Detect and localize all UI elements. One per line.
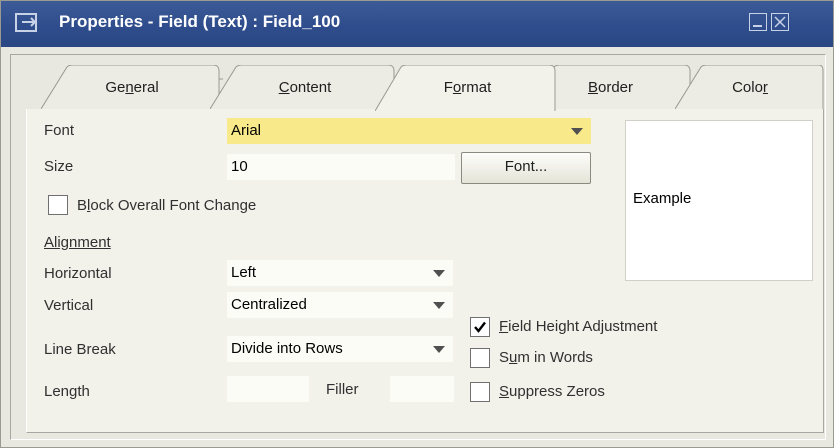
horizontal-dropdown[interactable]: Left: [227, 260, 453, 286]
line-break-dropdown-value: Divide into Rows: [231, 340, 343, 357]
alignment-header: Alignment: [44, 234, 111, 251]
length-label: Length: [44, 383, 90, 400]
suppress-zeros-checkbox[interactable]: [470, 382, 490, 402]
font-dropdown-value: Arial: [231, 122, 262, 139]
field-height-adjustment-checkbox[interactable]: [470, 317, 490, 337]
vertical-dropdown-value: Centralized: [231, 296, 307, 313]
chevron-down-icon[interactable]: [571, 128, 583, 135]
tab-color[interactable]: Color: [675, 65, 825, 109]
tab-general[interactable]: General: [41, 65, 223, 109]
horizontal-dropdown-value: Left: [231, 264, 257, 281]
chevron-down-icon[interactable]: [433, 346, 445, 353]
vertical-label: Vertical: [44, 297, 94, 314]
tab-format[interactable]: Format: [375, 65, 560, 111]
checkmark-icon: [474, 321, 486, 333]
line-break-dropdown[interactable]: Divide into Rows: [227, 336, 453, 362]
tab-border-label: Border: [587, 79, 634, 96]
vertical-dropdown[interactable]: Centralized: [227, 292, 453, 318]
block-font-change-label[interactable]: Block Overall Font Change: [77, 197, 256, 214]
line-break-label: Line Break: [44, 341, 116, 358]
size-input[interactable]: 10: [227, 154, 455, 180]
title-bar[interactable]: Properties - Field (Text) : Field_100: [1, 1, 833, 47]
font-preview-box: Example: [625, 120, 813, 281]
filler-input[interactable]: [390, 376, 454, 402]
preview-example-text: Example: [633, 190, 692, 207]
length-input[interactable]: [227, 376, 309, 402]
properties-window: Properties - Field (Text) : Field_100 Ge…: [0, 0, 834, 448]
sum-in-words-checkbox[interactable]: [470, 348, 490, 368]
size-label: Size: [44, 158, 74, 175]
font-dropdown[interactable]: Arial: [227, 118, 591, 144]
tab-general-label: General: [105, 79, 159, 96]
font-button[interactable]: Font...: [461, 152, 591, 184]
tab-content[interactable]: Content: [210, 65, 400, 109]
close-button[interactable]: [771, 13, 789, 31]
horizontal-label: Horizontal: [44, 265, 112, 282]
chevron-down-icon[interactable]: [433, 270, 445, 277]
chevron-down-icon[interactable]: [433, 302, 445, 309]
window-title: Properties - Field (Text) : Field_100: [59, 12, 341, 31]
filler-label: Filler: [326, 381, 359, 398]
tab-color-label: Color: [732, 79, 768, 96]
properties-window-icon: [15, 12, 39, 34]
tab-strip: General Content Format Border Color: [25, 65, 825, 111]
tab-content-label: Content: [278, 79, 332, 96]
minimize-button[interactable]: [749, 13, 767, 31]
font-label: Font: [44, 122, 75, 139]
block-font-change-checkbox[interactable]: [48, 195, 68, 215]
suppress-zeros-label[interactable]: Suppress Zeros: [499, 383, 605, 400]
tab-format-label: Format: [443, 79, 492, 96]
field-height-adjustment-label[interactable]: Field Height Adjustment: [499, 318, 657, 335]
size-input-value: 10: [231, 158, 248, 175]
sum-in-words-label[interactable]: Sum in Words: [499, 349, 593, 366]
